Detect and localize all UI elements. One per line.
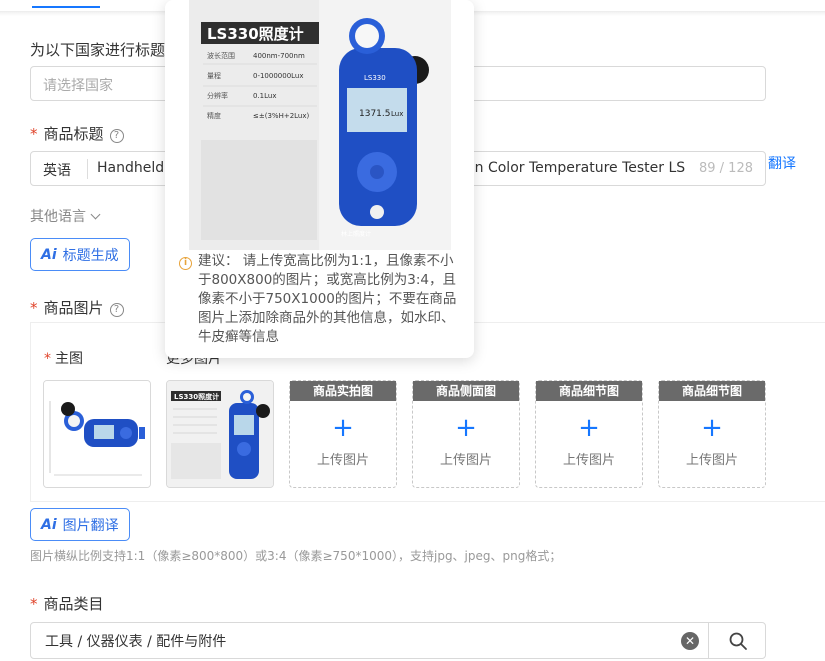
second-image-thumb[interactable]: LS330照度计	[166, 380, 274, 488]
image-label-text: 商品图片	[43, 299, 104, 317]
category-value: 工具 / 仪器仪表 / 配件与附件	[45, 634, 227, 650]
ai-icon: Ai	[41, 516, 57, 533]
main-image-thumb[interactable]	[43, 380, 151, 488]
plus-icon: +	[578, 413, 600, 443]
title-generate-label: 标题生成	[62, 247, 119, 264]
other-languages-toggle[interactable]: 其他语言	[30, 206, 101, 226]
search-icon	[729, 632, 747, 650]
product-photo-front: LS330照度计	[167, 381, 273, 487]
plus-icon: +	[455, 413, 477, 443]
category-field-label: * 商品类目	[30, 593, 104, 614]
upload-label: 上传图片	[562, 453, 615, 468]
image-translate-label: 图片翻译	[62, 517, 119, 534]
product-preview: LS330照度计 波长范围 400nm-700nm 量程 0-1000000Lu…	[189, 0, 451, 250]
plus-icon: +	[332, 413, 354, 443]
char-count: 89 / 128	[699, 161, 753, 176]
other-languages-label: 其他语言	[30, 209, 86, 225]
spec-key: 精度	[207, 111, 221, 120]
slot-header: 商品细节图	[659, 381, 765, 401]
spec-value: ≤±(3%H+2Lux)	[253, 112, 310, 120]
title-value-end: ision Color Temperature Tester LS	[451, 160, 686, 176]
upload-slot-detail-photo-1[interactable]: 商品细节图 + 上传图片	[535, 380, 643, 488]
title-field-label: * 商品标题?	[30, 123, 124, 144]
slot-header: 商品实拍图	[290, 381, 396, 401]
language-tag[interactable]: 英语	[43, 160, 71, 180]
divider	[87, 159, 88, 179]
device-brand: 林上照度计	[341, 230, 371, 238]
main-image-label-text: 主图	[55, 351, 83, 367]
preview-image: LS330照度计 波长范围 400nm-700nm 量程 0-1000000Lu…	[189, 0, 451, 250]
slot-header: 商品细节图	[536, 381, 642, 401]
image-translate-button[interactable]: Ai 图片翻译	[30, 508, 130, 541]
chevron-down-icon	[90, 209, 101, 220]
search-button[interactable]	[708, 623, 766, 658]
slot-header: 商品侧面图	[413, 381, 519, 401]
upload-label: 上传图片	[439, 453, 492, 468]
required-mark: *	[44, 351, 51, 367]
svg-text:LS330照度计: LS330照度计	[174, 392, 219, 401]
image-field-label: * 商品图片?	[30, 297, 124, 318]
active-tab-indicator	[32, 0, 100, 8]
spec-value: 0-1000000Lux	[253, 72, 304, 80]
plus-icon: +	[701, 413, 723, 443]
spec-value: 400nm-700nm	[253, 52, 305, 60]
product-card-title: LS330照度计	[207, 25, 304, 43]
help-icon[interactable]: ?	[109, 303, 124, 317]
title-generate-button[interactable]: Ai 标题生成	[30, 238, 130, 271]
image-guideline-tip: 建议： 请上传宽高比例为1:1，且像素不小于800X800的图片；或宽高比例为3…	[198, 253, 457, 345]
info-icon: i	[179, 257, 192, 270]
upload-slot-detail-photo-2[interactable]: 商品细节图 + 上传图片	[658, 380, 766, 488]
required-mark: *	[30, 299, 38, 317]
device-reading: 1371.5	[359, 109, 391, 119]
clear-icon[interactable]: ✕	[681, 632, 699, 650]
title-label-text: 商品标题	[43, 125, 104, 143]
spec-key: 分辨率	[207, 91, 228, 100]
help-icon[interactable]: ?	[109, 129, 124, 143]
upload-label: 上传图片	[685, 453, 738, 468]
device-label: LS330	[364, 74, 386, 82]
device-unit: Lux	[391, 110, 403, 118]
country-placeholder: 请选择国家	[43, 78, 113, 94]
required-mark: *	[30, 125, 38, 143]
ai-icon: Ai	[41, 246, 57, 263]
required-mark: *	[30, 595, 38, 613]
upload-slot-real-photo[interactable]: 商品实拍图 + 上传图片	[289, 380, 397, 488]
category-input[interactable]: 工具 / 仪器仪表 / 配件与附件 ✕	[30, 622, 766, 659]
image-hint: 图片横纵比例支持1:1（像素≥800*800）或3:4（像素≥750*1000）…	[30, 549, 562, 563]
product-photo-side	[44, 381, 150, 487]
spec-key: 量程	[207, 71, 221, 80]
spec-value: 0.1Lux	[253, 92, 277, 100]
spec-key: 波长范围	[207, 51, 235, 60]
country-label: 为以下国家进行标题	[30, 41, 166, 59]
title-value-start: Handheld	[97, 160, 165, 176]
upload-slot-side-photo[interactable]: 商品侧面图 + 上传图片	[412, 380, 520, 488]
main-image-label: * 主图	[44, 348, 83, 368]
translate-link[interactable]: 翻译	[768, 153, 796, 173]
upload-label: 上传图片	[316, 453, 369, 468]
image-preview-popover: LS330照度计 波长范围 400nm-700nm 量程 0-1000000Lu…	[165, 0, 474, 358]
category-label-text: 商品类目	[43, 595, 104, 613]
